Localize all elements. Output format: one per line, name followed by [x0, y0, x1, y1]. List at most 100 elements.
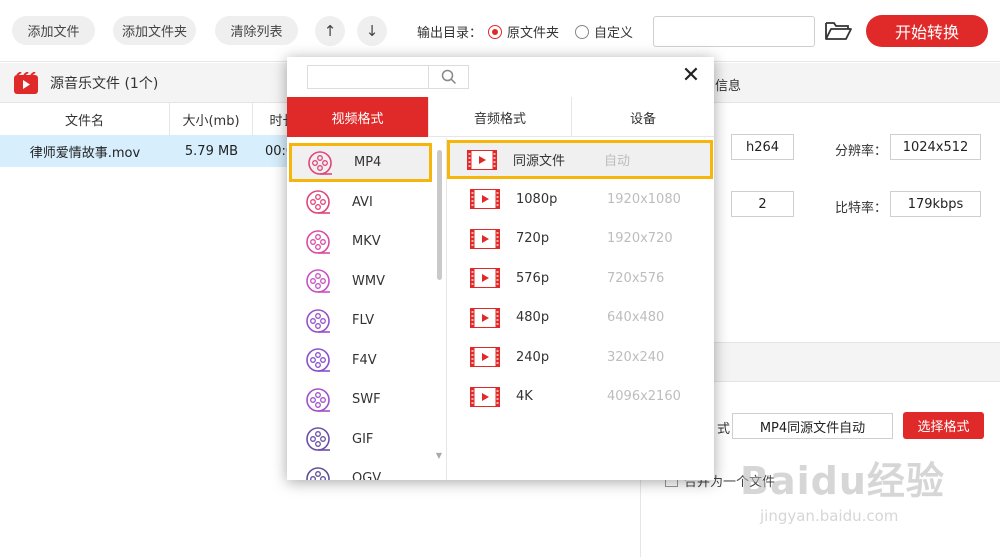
- column-size[interactable]: 大小(mb): [170, 103, 253, 135]
- format-label: WMV: [352, 273, 385, 289]
- radio-custom[interactable]: 自定义: [575, 22, 633, 41]
- add-folder-button[interactable]: 添加文件夹: [113, 16, 196, 45]
- radio-checked-icon: [488, 24, 502, 39]
- resolution-label: 576p: [516, 270, 550, 286]
- choose-format-button[interactable]: 选择格式: [903, 412, 984, 439]
- scroll-down-icon[interactable]: ▼: [435, 452, 443, 460]
- film-reel-icon: [306, 269, 330, 293]
- resolution-dimensions: 320x240: [607, 349, 665, 365]
- resolution-dimensions: 自动: [604, 154, 631, 169]
- format-list: ▼ MP4 AVI MKV WMV FLV F4V SWF GIF OGV: [287, 138, 447, 480]
- format-label: MP4: [354, 155, 382, 170]
- format-label: SWF: [352, 392, 381, 407]
- format-label: AVI: [352, 194, 373, 210]
- film-reel-icon: [306, 348, 330, 372]
- arrow-up-icon: ↑: [323, 22, 337, 40]
- video-file-icon: [470, 228, 500, 249]
- video-file-icon: [470, 307, 500, 328]
- format-label: F4V: [352, 352, 377, 368]
- format-item-flv[interactable]: FLV: [287, 301, 432, 340]
- tab-video-format[interactable]: 视频格式: [287, 97, 429, 137]
- format-item-mkv[interactable]: MKV: [287, 222, 432, 261]
- search-icon[interactable]: [428, 66, 468, 88]
- format-scrollbar[interactable]: ▼: [435, 146, 443, 474]
- resolution-dimensions: 720x576: [607, 270, 665, 286]
- format-popup: ✕ 视频格式 音频格式 设备 ▼ MP4 AVI MKV WMV FLV F4V SWF GI…: [287, 57, 714, 480]
- resolution-dimensions: 1920x720: [607, 231, 673, 246]
- resolution-label: 4K: [516, 389, 533, 404]
- resolution-label: 同源文件: [513, 154, 566, 169]
- tab-device[interactable]: 设备: [572, 97, 714, 137]
- video-app-icon: [14, 71, 38, 94]
- folder-open-icon[interactable]: [824, 20, 852, 42]
- arrow-down-icon: ↓: [365, 22, 379, 40]
- column-filename[interactable]: 文件名: [0, 103, 170, 135]
- output-path-input[interactable]: [653, 16, 815, 47]
- resolution-label: 分辨率：: [835, 144, 888, 159]
- resolution-field[interactable]: 1024x512: [890, 134, 981, 160]
- video-file-icon: [470, 347, 500, 367]
- move-up-button[interactable]: ↑: [315, 16, 345, 46]
- close-icon[interactable]: ✕: [680, 65, 702, 87]
- resolution-item[interactable]: 576p 720x576: [450, 259, 714, 298]
- format-search[interactable]: [307, 65, 469, 89]
- file-panel-title: 源音乐文件 (1个): [50, 75, 159, 92]
- video-file-icon: [470, 268, 500, 288]
- film-reel-icon: [306, 427, 330, 451]
- video-file-icon: [467, 149, 497, 170]
- format-item-wmv[interactable]: WMV: [287, 262, 432, 301]
- video-file-icon: [470, 189, 500, 209]
- bitrate-field[interactable]: 179kbps: [890, 191, 981, 217]
- format-item-ogv[interactable]: OGV: [287, 459, 432, 480]
- resolution-dimensions: 4096x2160: [607, 389, 681, 404]
- format-label: MKV: [352, 234, 381, 249]
- format-item-swf[interactable]: SWF: [287, 380, 432, 419]
- resolution-item[interactable]: 1080p 1920x1080: [450, 180, 714, 219]
- format-search-input[interactable]: [308, 66, 428, 88]
- bitrate-label: 比特率：: [835, 201, 888, 216]
- format-item-gif[interactable]: GIF: [287, 420, 432, 459]
- toolbar: 添加文件 添加文件夹 清除列表 ↑ ↓ 输出目录： 原文件夹 自定义 开始转换: [0, 0, 1000, 62]
- film-reel-icon: [306, 387, 330, 412]
- start-convert-button[interactable]: 开始转换: [866, 15, 988, 47]
- output-dir-label: 输出目录：: [417, 26, 483, 41]
- format-item-avi[interactable]: AVI: [287, 183, 432, 222]
- channels-field[interactable]: 2: [731, 191, 794, 217]
- resolution-item[interactable]: 同源文件 自动: [447, 140, 713, 179]
- format-tabs: 视频格式 音频格式 设备: [287, 97, 714, 137]
- info-panel-title: 信息: [715, 79, 742, 94]
- resolution-item[interactable]: 480p 640x480: [450, 298, 714, 337]
- row-size: 5.79 MB: [184, 143, 239, 159]
- format-item-f4v[interactable]: F4V: [287, 341, 432, 380]
- clear-list-button[interactable]: 清除列表: [215, 16, 298, 45]
- video-file-icon: [470, 386, 500, 407]
- film-reel-icon: [306, 466, 330, 480]
- format-item-mp4[interactable]: MP4: [289, 143, 432, 182]
- film-reel-icon: [308, 150, 332, 175]
- film-reel-icon: [306, 190, 330, 214]
- resolution-label: 240p: [516, 349, 550, 365]
- codec-field[interactable]: h264: [731, 134, 794, 160]
- film-reel-icon: [306, 308, 330, 333]
- resolution-item[interactable]: 240p 320x240: [450, 338, 714, 377]
- radio-unchecked-icon: [575, 24, 589, 39]
- radio-source-label: 原文件夹: [507, 26, 560, 41]
- resolution-label: 1080p: [516, 191, 558, 207]
- resolution-label: 480p: [516, 310, 550, 325]
- scroll-thumb[interactable]: [437, 150, 442, 280]
- resolution-dimensions: 640x480: [607, 310, 665, 325]
- resolution-dimensions: 1920x1080: [607, 191, 681, 207]
- film-reel-icon: [306, 229, 330, 254]
- format-label: OGV: [352, 471, 382, 480]
- resolution-item[interactable]: 720p 1920x720: [450, 219, 714, 258]
- tab-audio-format[interactable]: 音频格式: [429, 97, 572, 137]
- resolution-item[interactable]: 4K 4096x2160: [450, 377, 714, 416]
- radio-source-folder[interactable]: 原文件夹: [488, 22, 559, 41]
- move-down-button[interactable]: ↓: [357, 16, 387, 46]
- output-format-field[interactable]: MP4同源文件自动: [732, 413, 893, 439]
- row-filename: 律师爱情故事.mov: [29, 145, 141, 161]
- add-file-button[interactable]: 添加文件: [12, 16, 95, 45]
- format-label: GIF: [352, 431, 374, 447]
- format-label: FLV: [352, 313, 375, 328]
- table-row[interactable]: 律师爱情故事.mov 5.79 MB 00:0: [0, 135, 300, 167]
